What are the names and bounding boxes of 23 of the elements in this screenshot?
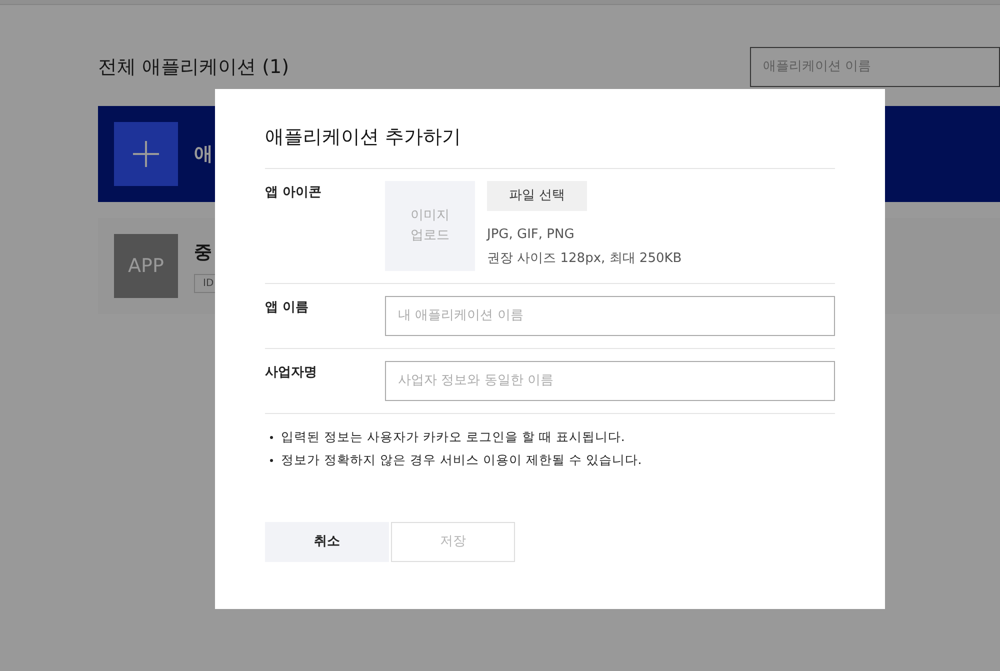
image-upload-area[interactable]: 이미지 업로드: [385, 180, 475, 270]
field-label: 앱 아이콘: [265, 184, 323, 202]
cancel-button[interactable]: 취소: [265, 522, 389, 562]
page-title: 전체 애플리케이션 (1): [98, 54, 289, 80]
upload-text: 업로드: [410, 226, 450, 244]
app-icon-tile: APP: [114, 234, 178, 298]
input-field[interactable]: 사업자 정보와 동일한 이름: [385, 360, 835, 400]
search-field[interactable]: 애플리케이션 이름: [750, 47, 1000, 87]
field-label: 앱 이름: [265, 298, 310, 316]
input-field[interactable]: 내 애플리케이션 이름: [385, 296, 835, 336]
dialog-title: 애플리케이션 추가하기: [265, 123, 835, 168]
hint-text: JPG, GIF, PNG: [487, 226, 576, 244]
note-text: 입력된 정보는 사용자가 카카오 로그인을 할 때 표시됩니다.: [281, 428, 625, 446]
app-name: 중: [194, 241, 213, 265]
plus-icon: [133, 141, 159, 167]
upload-text: 이미지: [410, 206, 450, 224]
banner-label: 애: [194, 142, 213, 167]
field-label: 사업자명: [265, 364, 318, 382]
bullet-icon: [270, 436, 273, 438]
file-select-button[interactable]: 파일 선택: [487, 180, 587, 210]
hint-text: 권장 사이즈 128px, 최대 250KB: [487, 250, 682, 268]
note-text: 정보가 정확하지 않은 경우 서비스 이용이 제한될 수 있습니다.: [281, 451, 642, 470]
bullet-icon: [270, 459, 273, 462]
